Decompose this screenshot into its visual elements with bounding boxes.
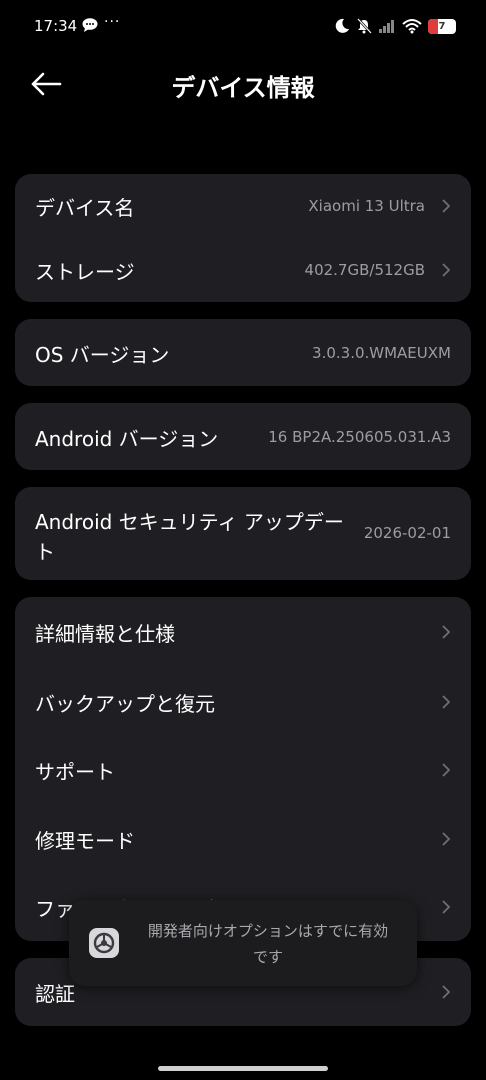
os-version-label: OS バージョン [35, 342, 170, 367]
storage-value: 402.7GB/512GB [304, 261, 425, 279]
chevron-right-icon [442, 625, 451, 639]
battery-icon: 7 [428, 18, 456, 34]
menu-item-label: 修理モード [35, 828, 135, 853]
moon-icon [335, 18, 349, 33]
home-indicator[interactable] [158, 1066, 328, 1071]
security-label-line2: ト [35, 540, 55, 564]
more-notifications-icon: ··· [104, 14, 121, 30]
status-bar: 17:34 ··· 7 [0, 0, 486, 52]
os-version-card[interactable]: OS バージョン 3.0.3.0.WMAEUXM [15, 319, 471, 386]
wifi-icon [402, 19, 422, 34]
chevron-right-icon [442, 263, 451, 277]
toast-line1: 開発者向けオプションはすでに有効 [147, 922, 389, 940]
menu-item-repair-mode[interactable]: 修理モード [15, 804, 471, 874]
android-version-label: Android バージョン [35, 426, 219, 451]
chevron-right-icon [442, 900, 451, 914]
certification-label: 認証 [35, 981, 75, 1006]
android-version-value: 16 BP2A.250605.031.A3 [268, 428, 451, 446]
os-version-row[interactable]: OS バージョン 3.0.3.0.WMAEUXM [15, 321, 471, 385]
menu-item-backup[interactable]: バックアップと復元 [15, 667, 471, 737]
chevron-right-icon [442, 985, 451, 999]
settings-gear-icon [89, 928, 119, 958]
toast-line2: です [252, 948, 283, 966]
toast-notification: 開発者向けオプションはすでに有効 です [69, 900, 417, 986]
toast-message: 開発者向けオプションはすでに有効 です [129, 918, 407, 970]
storage-row[interactable]: ストレージ 402.7GB/512GB [15, 238, 471, 302]
status-icons: 7 [334, 16, 456, 36]
menu-item-label: バックアップと復元 [35, 691, 215, 716]
menu-card: 詳細情報と仕様 バックアップと復元 サポート 修理モード ファームウェアのバージ… [15, 597, 471, 941]
menu-item-specs[interactable]: 詳細情報と仕様 [15, 597, 471, 667]
security-update-value: 2026-02-01 [363, 524, 451, 542]
security-update-label: Android セキュリティ アップデー ト [35, 507, 344, 567]
android-version-row[interactable]: Android バージョン 16 BP2A.250605.031.A3 [15, 405, 471, 469]
chevron-right-icon [442, 832, 451, 846]
android-version-card[interactable]: Android バージョン 16 BP2A.250605.031.A3 [15, 403, 471, 470]
chevron-right-icon [442, 199, 451, 213]
device-name-label: デバイス名 [35, 195, 135, 220]
menu-item-support[interactable]: サポート [15, 735, 471, 805]
signal-icon [379, 20, 394, 33]
chevron-right-icon [442, 763, 451, 777]
storage-label: ストレージ [35, 259, 135, 284]
mute-bell-icon [357, 18, 372, 34]
os-version-value: 3.0.3.0.WMAEUXM [312, 344, 451, 362]
device-name-row[interactable]: デバイス名 Xiaomi 13 Ultra [15, 174, 471, 238]
battery-level: 7 [438, 20, 446, 32]
menu-item-label: サポート [35, 759, 115, 784]
device-card: デバイス名 Xiaomi 13 Ultra ストレージ 402.7GB/512G… [15, 174, 471, 302]
chevron-right-icon [442, 695, 451, 709]
device-name-value: Xiaomi 13 Ultra [308, 197, 425, 215]
app-header: デバイス情報 [0, 58, 486, 114]
status-time: 17:34 [34, 17, 78, 35]
menu-item-label: 詳細情報と仕様 [35, 621, 175, 646]
security-label-line1: Android セキュリティ アップデー [35, 510, 344, 534]
message-icon [82, 18, 98, 32]
security-update-card[interactable]: Android セキュリティ アップデー ト 2026-02-01 [15, 487, 471, 580]
page-title: デバイス情報 [171, 74, 315, 102]
